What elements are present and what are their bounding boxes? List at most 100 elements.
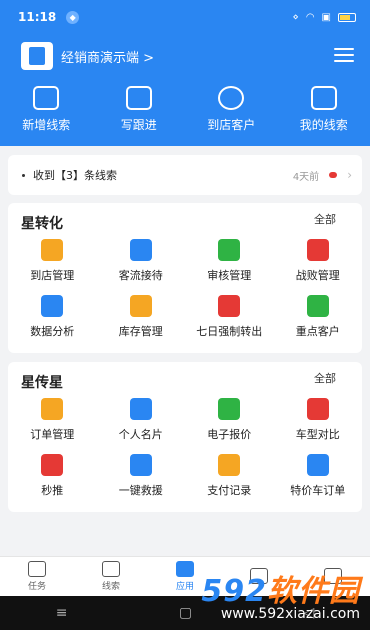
add-lead-icon [33,86,60,110]
bullet-icon [22,173,25,177]
app-item[interactable]: 到店管理 [8,239,97,283]
app-item-label: 个人名片 [118,428,163,441]
audit-icon [218,239,241,261]
section-title: 星转化 [21,216,63,232]
watermark-logo: 592软件园 [201,574,360,609]
app-item[interactable]: 秒推 [8,454,97,498]
wifi-icon: ◠ [305,11,315,23]
watermark-url: www.592xiazai.com [220,606,360,622]
sim-icon: ▣ [321,11,331,23]
app-item-label: 数据分析 [30,325,75,338]
hamburger-menu-icon[interactable] [334,48,354,62]
app-item-label: 审核管理 [207,269,252,282]
status-icons: ⋄ ◠ ▣ [293,12,356,23]
app-item-label: 支付记录 [207,484,252,497]
quick-add-lead[interactable]: 新增线索 [0,86,93,133]
apps-icon [176,561,194,577]
chevron-right-icon: › [347,168,352,182]
my-leads-icon [310,86,337,110]
lead-notice[interactable]: 收到【3】条线索 4天前 › [8,155,362,195]
home-nav-icon[interactable]: ▢ [179,605,192,621]
notice-text: 收到【3】条线索 [33,169,117,182]
app-item[interactable]: 支付记录 [185,454,274,498]
app-item-label: 特价车订单 [290,484,346,497]
org-switcher[interactable]: 经销商演示端 > [21,42,154,70]
app-item-label: 库存管理 [118,325,163,338]
promotion-grid: 订单管理 个人名片 电子报价 车型对比秒推 一键救援 支付记录 特价车订单 [8,398,362,498]
vibrate-icon: ⋄ [292,11,299,23]
leads-icon [102,561,120,577]
clock: 11:18 [18,10,57,24]
org-logo-icon [21,42,53,70]
unread-dot-icon [329,172,338,178]
app-item[interactable]: 库存管理 [97,295,186,339]
quick-store-customers[interactable]: 到店客户 [185,86,278,133]
app-item-label: 一键救援 [118,484,163,497]
app-item-label: 车型对比 [295,428,340,441]
app-item-label: 七日强制转出 [196,325,263,338]
app-item-label: 重点客户 [295,325,340,338]
edit-followup-icon [125,86,152,110]
analytics-icon [41,295,64,317]
tab-label: 应用 [175,582,194,592]
tab-task[interactable]: 任务 [0,557,74,596]
quick-label: 新增线索 [22,118,71,132]
tab-label: 任务 [27,582,46,592]
app-item[interactable]: 特价车订单 [274,454,363,498]
quick-label: 到店客户 [207,118,256,132]
app-item[interactable]: 战败管理 [274,239,363,283]
app-item-label: 订单管理 [30,428,75,441]
quick-actions: 新增线索 写跟进 到店客户 我的线索 [0,86,370,133]
reception-icon [129,239,152,261]
app-item[interactable]: 数据分析 [8,295,97,339]
task-icon [28,561,46,577]
app-item[interactable]: 个人名片 [97,398,186,442]
view-all-link[interactable]: 全部 [314,370,336,386]
notice-time: 4天前 [292,171,320,183]
alarm-icon [218,295,241,317]
app-item[interactable]: 重点客户 [274,295,363,339]
notification-icon: ◆ [66,10,80,24]
defeat-icon [306,239,329,261]
quote-icon [218,398,241,420]
app-item[interactable]: 七日强制转出 [185,295,274,339]
app-item[interactable]: 订单管理 [8,398,97,442]
quick-write-followup[interactable]: 写跟进 [93,86,186,133]
org-name: 经销商演示端 > [61,50,155,66]
view-all-link[interactable]: 全部 [314,211,336,227]
watermark: 592软件园 www.592xiazai.com [201,566,360,622]
battery-icon [338,12,356,22]
header: 经销商演示端 > 新增线索 写跟进 到店客户 我的线索 [0,34,370,146]
app-item-label: 战败管理 [295,269,340,282]
menu-nav-icon[interactable]: ≡ [56,605,68,621]
discount-icon [306,454,329,476]
section-title: 星传星 [21,375,63,391]
app-item-label: 秒推 [41,484,64,497]
tab-leads[interactable]: 线索 [74,557,148,596]
car-compare-icon [306,398,329,420]
conversion-grid: 到店管理 客流接待 审核管理 战败管理数据分析 库存管理 七日强制转出 重点客户 [8,239,362,339]
app-item[interactable]: 电子报价 [185,398,274,442]
app-item[interactable]: 一键救援 [97,454,186,498]
quick-label: 我的线索 [299,118,348,132]
app-item-label: 到店管理 [30,269,75,282]
app-item-label: 电子报价 [207,428,252,441]
app-item[interactable]: 车型对比 [274,398,363,442]
section-conversion: 星转化 全部 到店管理 客流接待 审核管理 战败管理数据分析 库存管理 七日强制转出 重点客… [8,203,362,353]
payment-icon [218,454,241,476]
push-icon [41,454,64,476]
app-item[interactable]: 客流接待 [97,239,186,283]
rescue-icon [129,454,152,476]
quick-my-leads[interactable]: 我的线索 [278,86,370,133]
store-manage-icon [41,239,64,261]
card-icon [129,398,152,420]
order-icon [41,398,64,420]
app-item[interactable]: 审核管理 [185,239,274,283]
section-promotion: 星传星 全部 订单管理 个人名片 电子报价 车型对比秒推 一键救援 支付记录 特价车订单 [8,362,362,512]
quick-label: 写跟进 [120,118,157,132]
status-bar: 11:18 ◆ ⋄ ◠ ▣ [0,0,370,34]
store-customers-icon [218,86,245,110]
app-item-label: 客流接待 [118,269,163,282]
key-customer-icon [306,295,329,317]
tab-label: 线索 [101,582,120,592]
